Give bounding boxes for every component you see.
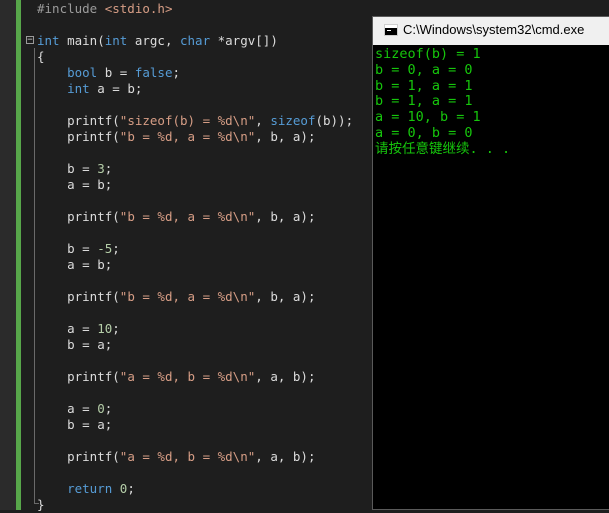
code-token: b = a; bbox=[37, 337, 113, 352]
fold-collapse-icon[interactable]: − bbox=[26, 36, 34, 45]
code-line-text: printf("b = %d, a = %d\n", b, a); bbox=[37, 209, 315, 225]
console-window[interactable]: C:\Windows\system32\cmd.exe sizeof(b) = … bbox=[372, 16, 609, 510]
code-token: ; bbox=[104, 161, 113, 176]
code-token: false bbox=[134, 65, 173, 80]
code-line-text: b = a; bbox=[37, 337, 112, 353]
code-line-text: } bbox=[37, 497, 45, 513]
code-token: b = bbox=[37, 241, 98, 256]
code-token: return bbox=[67, 481, 113, 496]
console-output[interactable]: sizeof(b) = 1b = 0, a = 0b = 1, a = 1b =… bbox=[373, 45, 609, 509]
code-token: <stdio.h> bbox=[104, 1, 173, 16]
cmd-window-icon bbox=[384, 24, 398, 36]
code-token: printf( bbox=[37, 113, 120, 128]
code-token: "a = %d, b = %d\n" bbox=[119, 369, 256, 384]
code-token: b = bbox=[37, 161, 98, 176]
code-line-text: int a = b; bbox=[37, 81, 142, 97]
code-token: "b = %d, a = %d\n" bbox=[119, 289, 256, 304]
code-token: a = b; bbox=[89, 81, 143, 96]
console-title: C:\Windows\system32\cmd.exe bbox=[403, 22, 585, 37]
code-token: int bbox=[67, 81, 90, 96]
code-token: char bbox=[180, 33, 211, 48]
code-line-text: b = a; bbox=[37, 417, 112, 433]
code-token: printf( bbox=[37, 369, 120, 384]
code-token: a = bbox=[37, 401, 98, 416]
console-output-line: b = 1, a = 1 bbox=[375, 93, 473, 110]
code-token: #include bbox=[37, 1, 105, 16]
code-line-text: int main(int argc, char *argv[]) bbox=[37, 33, 278, 49]
code-token: ; bbox=[104, 401, 113, 416]
code-token: , a, b); bbox=[255, 369, 316, 384]
code-line-text: b = -5; bbox=[37, 241, 120, 257]
fold-guide-line bbox=[34, 48, 35, 504]
code-token: printf( bbox=[37, 209, 120, 224]
code-token: ; bbox=[112, 241, 120, 256]
code-line-text: a = b; bbox=[37, 177, 112, 193]
code-line-text: bool b = false; bbox=[37, 65, 180, 81]
code-token: ; bbox=[127, 481, 135, 496]
code-token: "b = %d, a = %d\n" bbox=[119, 209, 256, 224]
code-token: printf( bbox=[37, 129, 120, 144]
code-line-text: a = 0; bbox=[37, 401, 112, 417]
code-line-text: { bbox=[37, 49, 45, 65]
code-token: b = bbox=[97, 65, 135, 80]
code-line-text: printf("b = %d, a = %d\n", b, a); bbox=[37, 129, 315, 145]
code-token: ; bbox=[172, 65, 181, 80]
code-token: "b = %d, a = %d\n" bbox=[119, 129, 256, 144]
code-token: a = b; bbox=[37, 257, 113, 272]
code-token: b = a; bbox=[37, 417, 113, 432]
code-line-text: printf("b = %d, a = %d\n", b, a); bbox=[37, 289, 315, 305]
console-output-line: a = 10, b = 1 bbox=[375, 109, 481, 126]
code-token: "sizeof(b) = %d\n" bbox=[119, 113, 256, 128]
console-output-line: 请按任意键继续. . . bbox=[375, 140, 511, 157]
code-token: , b, a); bbox=[255, 209, 316, 224]
code-token: 3 bbox=[97, 161, 105, 176]
code-token: int bbox=[37, 33, 60, 48]
console-output-line: sizeof(b) = 1 bbox=[375, 46, 481, 62]
code-line-text: printf("sizeof(b) = %d\n", sizeof(b)); bbox=[37, 113, 353, 129]
code-token: -5 bbox=[97, 241, 113, 256]
code-token: , a, b); bbox=[255, 449, 316, 464]
code-token: ; bbox=[112, 321, 120, 336]
code-line-text: printf("a = %d, b = %d\n", a, b); bbox=[37, 449, 315, 465]
code-token: int bbox=[104, 33, 128, 48]
code-token: a = bbox=[37, 321, 98, 336]
editor-margin bbox=[0, 0, 16, 510]
code-token: "a = %d, b = %d\n" bbox=[119, 449, 256, 464]
console-output-line: b = 0, a = 0 bbox=[375, 61, 473, 78]
code-line-text: a = 10; bbox=[37, 321, 120, 337]
console-output-line: b = 1, a = 1 bbox=[375, 77, 473, 94]
code-line-text: b = 3; bbox=[37, 161, 112, 177]
code-token: { bbox=[37, 49, 45, 64]
code-token: (b)); bbox=[315, 113, 354, 128]
code-token: 0 bbox=[97, 401, 105, 416]
code-line-text: return 0; bbox=[37, 481, 135, 497]
code-token: sizeof bbox=[270, 113, 316, 128]
code-line-text: a = b; bbox=[37, 257, 112, 273]
code-token: main( bbox=[59, 33, 105, 48]
code-token: a = b; bbox=[37, 177, 113, 192]
console-output-line: a = 0, b = 0 bbox=[375, 125, 473, 141]
code-token: bool bbox=[67, 65, 98, 80]
code-token: argc, bbox=[127, 33, 180, 48]
code-token: , b, a); bbox=[255, 129, 316, 144]
code-line-text: #include <stdio.h> bbox=[37, 1, 172, 17]
console-titlebar[interactable]: C:\Windows\system32\cmd.exe bbox=[373, 17, 609, 45]
code-token: printf( bbox=[37, 289, 120, 304]
code-token: *argv[]) bbox=[210, 33, 278, 48]
code-token: , b, a); bbox=[255, 289, 316, 304]
code-token: , bbox=[255, 113, 271, 128]
code-token: 10 bbox=[97, 321, 113, 336]
code-line-text: printf("a = %d, b = %d\n", a, b); bbox=[37, 369, 315, 385]
code-token: printf( bbox=[37, 449, 120, 464]
